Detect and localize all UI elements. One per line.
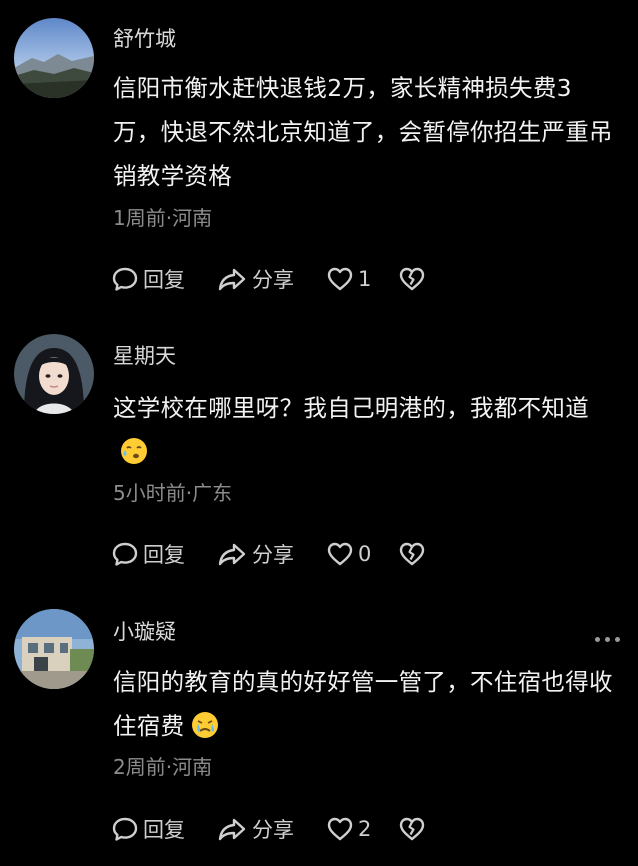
share-button[interactable]: 分享 [216,539,326,569]
avatar[interactable] [14,334,94,414]
reply-label: 回复 [143,543,185,567]
avatar-building-image [14,609,94,689]
comment-meta: 1周前·河南 [113,206,213,230]
like-button[interactable]: 0 [326,540,398,568]
broken-heart-icon [399,542,425,566]
speech-bubble-icon [112,542,138,566]
crying-face-emoji [192,712,219,738]
like-count: 2 [358,817,372,841]
avatar[interactable] [14,609,94,689]
share-label: 分享 [252,818,294,842]
reply-button[interactable]: 回复 [111,539,216,569]
more-dot [615,637,620,642]
username[interactable]: 星期天 [113,342,176,370]
comment-text-content: 这学校在哪里呀？我自己明港的，我都不知道 [113,394,589,422]
speech-bubble-icon [112,817,138,841]
comment-text-content: 信阳的教育的真的好好管一管了，不住宿也得收住宿费 [113,668,613,740]
heart-icon [327,542,353,566]
heart-icon [327,817,353,841]
share-label: 分享 [252,543,294,567]
comment-meta: 2周前·河南 [113,755,213,779]
reply-label: 回复 [143,818,185,842]
dislike-button[interactable] [398,540,426,568]
username[interactable]: 小璇疑 [113,618,176,646]
like-count: 1 [358,267,372,291]
speech-bubble-icon [112,267,138,291]
like-button[interactable]: 1 [326,265,398,293]
comment-text: 信阳的教育的真的好好管一管了，不住宿也得收住宿费 [113,660,618,748]
avatar[interactable] [14,18,94,98]
heart-icon [327,267,353,291]
reply-button[interactable]: 回复 [111,814,216,844]
share-arrow-icon [218,268,246,291]
reply-button[interactable]: 回复 [111,264,216,294]
comment-text-content: 信阳市衡水赶快退钱2万，家长精神损失费3万，快退不然北京知道了，会暂停你招生严重… [113,74,613,190]
like-count: 0 [358,542,372,566]
comment-meta: 5小时前·广东 [113,481,233,505]
share-arrow-icon [218,818,246,841]
reply-label: 回复 [143,268,185,292]
comment-actions: 回复 分享 2 [111,813,426,845]
dislike-button[interactable] [398,815,426,843]
comment-text: 信阳市衡水赶快退钱2万，家长精神损失费3万，快退不然北京知道了，会暂停你招生严重… [113,66,618,198]
more-dot [595,637,600,642]
broken-heart-icon [399,817,425,841]
like-button[interactable]: 2 [326,815,398,843]
more-dots-icon[interactable] [595,637,620,642]
comment-actions: 回复 分享 1 [111,263,426,295]
share-arrow-icon [218,543,246,566]
face-with-tears-emoji [121,438,147,464]
avatar-portrait-image [14,334,94,414]
username[interactable]: 舒竹城 [113,25,176,53]
broken-heart-icon [399,267,425,291]
more-dot [605,637,610,642]
avatar-mountain-image [14,18,94,98]
share-button[interactable]: 分享 [216,264,326,294]
share-label: 分享 [252,268,294,292]
dislike-button[interactable] [398,265,426,293]
comment-actions: 回复 分享 0 [111,538,426,570]
share-button[interactable]: 分享 [216,814,326,844]
comment-text: 这学校在哪里呀？我自己明港的，我都不知道 [113,386,618,474]
